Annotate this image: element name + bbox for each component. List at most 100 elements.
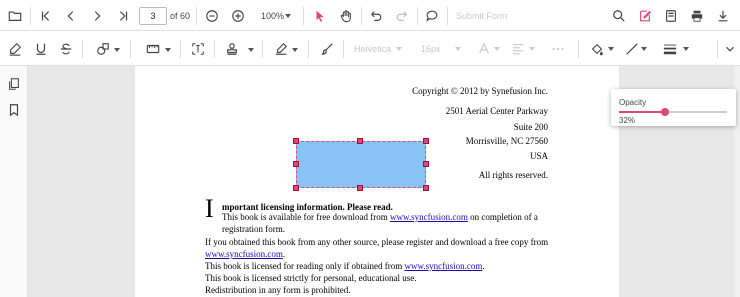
paragraph-line: registration form. <box>222 224 285 234</box>
syncfusion-link[interactable]: www.syncfusion.com <box>404 261 482 271</box>
resize-handle[interactable] <box>293 161 299 167</box>
free-text-icon[interactable] <box>187 38 209 60</box>
opacity-slider-fill <box>619 111 666 113</box>
separator <box>130 40 131 58</box>
resize-handle[interactable] <box>293 185 299 191</box>
syncfusion-link[interactable]: www.syncfusion.com <box>205 249 283 259</box>
form-fields-icon[interactable] <box>660 5 682 27</box>
separator <box>417 7 418 25</box>
separator <box>180 40 181 58</box>
line-thickness-icon[interactable] <box>659 38 681 60</box>
download-icon[interactable] <box>712 5 734 27</box>
zoom-level-dropdown[interactable]: 100% <box>261 11 284 21</box>
address-line: USA <box>529 151 548 161</box>
licensing-heading: mportant licensing information. Please r… <box>222 202 393 212</box>
page-count-label: of 60 <box>170 11 191 21</box>
redo-icon[interactable] <box>391 5 413 27</box>
paragraph-line: This book is available for free download… <box>222 212 538 222</box>
font-family-dropdown[interactable]: Helvetica <box>354 44 391 54</box>
opacity-label: Opacity <box>619 98 647 107</box>
next-page-icon[interactable] <box>86 5 108 27</box>
more-options-icon[interactable] <box>547 38 569 60</box>
annotation-toolbar: Helvetica 16px <box>0 31 740 66</box>
separator <box>447 7 448 25</box>
highlight-icon[interactable] <box>4 38 26 60</box>
strikethrough-icon[interactable] <box>55 38 77 60</box>
submit-form-button[interactable]: Submit Form <box>456 11 508 21</box>
font-color-icon[interactable] <box>473 38 495 60</box>
open-folder-icon[interactable] <box>4 5 26 27</box>
chevron-down-icon[interactable] <box>641 47 647 51</box>
resize-handle[interactable] <box>423 185 429 191</box>
paragraph-line: If you obtained this book from any other… <box>205 237 549 247</box>
chevron-down-icon[interactable] <box>285 14 291 18</box>
page-thumbnails-icon[interactable] <box>3 73 25 95</box>
separator <box>82 40 83 58</box>
stroke-color-icon[interactable] <box>621 38 643 60</box>
separator <box>30 7 31 25</box>
separator <box>196 7 197 25</box>
select-pointer-icon[interactable] <box>309 5 331 27</box>
zoom-in-icon[interactable] <box>227 5 249 27</box>
paragraph-line: This book is licensed strictly for perso… <box>205 273 417 283</box>
paragraph-line: www.syncfusion.com. <box>205 249 286 259</box>
address-line: 2501 Aerial Center Parkway <box>445 106 548 116</box>
chevron-down-icon[interactable] <box>455 47 461 51</box>
chevron-down-icon[interactable] <box>114 48 120 52</box>
opacity-value: 32% <box>619 116 636 125</box>
main-toolbar: 3 of 60 100% Submit Form <box>0 0 740 31</box>
underline-icon[interactable] <box>30 38 52 60</box>
resize-handle[interactable] <box>357 185 363 191</box>
chevron-down-icon[interactable] <box>248 48 254 52</box>
separator <box>343 40 344 58</box>
search-icon[interactable] <box>608 5 630 27</box>
print-icon[interactable] <box>686 5 708 27</box>
fill-color-icon[interactable] <box>586 38 608 60</box>
edit-annotation-icon[interactable] <box>634 5 656 27</box>
calibrate-icon[interactable] <box>142 38 164 60</box>
resize-handle[interactable] <box>423 138 429 144</box>
chevron-down-icon[interactable] <box>529 47 535 51</box>
separator <box>308 40 309 58</box>
separator <box>578 40 579 58</box>
address-line: Suite 200 <box>513 122 548 132</box>
text-align-icon[interactable] <box>507 38 529 60</box>
drop-cap: I <box>205 194 214 223</box>
shapes-icon[interactable] <box>92 38 114 60</box>
undo-icon[interactable] <box>365 5 387 27</box>
page-number-input[interactable]: 3 <box>139 7 167 25</box>
opacity-slider-thumb[interactable] <box>661 108 670 116</box>
rectangle-annotation[interactable] <box>296 141 426 188</box>
last-page-icon[interactable] <box>112 5 134 27</box>
resize-handle[interactable] <box>357 138 363 144</box>
separator <box>361 7 362 25</box>
chevron-down-icon[interactable] <box>396 47 402 51</box>
rights-line: All rights reserved. <box>478 170 548 180</box>
ink-brush-icon[interactable] <box>316 38 338 60</box>
paragraph-line: This book is licensed for reading only i… <box>205 261 485 271</box>
comment-icon[interactable] <box>421 5 443 27</box>
separator <box>262 40 263 58</box>
pan-hand-icon[interactable] <box>335 5 357 27</box>
copyright-line: Copyright © 2012 by Synefusion Inc. <box>412 86 548 96</box>
resize-handle[interactable] <box>423 161 429 167</box>
first-page-icon[interactable] <box>35 5 57 27</box>
chevron-down-icon[interactable] <box>494 47 500 51</box>
chevron-down-icon[interactable] <box>608 47 614 51</box>
chevron-down-icon[interactable] <box>292 48 298 52</box>
resize-handle[interactable] <box>293 138 299 144</box>
zoom-out-icon[interactable] <box>201 5 223 27</box>
paragraph-line: Redistribution in any form is prohibited… <box>205 285 351 295</box>
chevron-down-icon[interactable] <box>165 48 171 52</box>
separator <box>214 40 215 58</box>
font-size-dropdown[interactable]: 16px <box>421 44 441 54</box>
separator <box>303 7 304 25</box>
previous-page-icon[interactable] <box>60 5 82 27</box>
chevron-down-icon[interactable] <box>683 47 689 51</box>
collapse-toolbar-icon[interactable] <box>719 38 740 60</box>
stamp-icon[interactable] <box>221 38 243 60</box>
syncfusion-link[interactable]: www.syncfusion.com <box>390 212 468 222</box>
bookmark-icon[interactable] <box>3 99 25 121</box>
signature-icon[interactable] <box>270 38 292 60</box>
address-line: Morrisville, NC 27560 <box>465 136 548 146</box>
